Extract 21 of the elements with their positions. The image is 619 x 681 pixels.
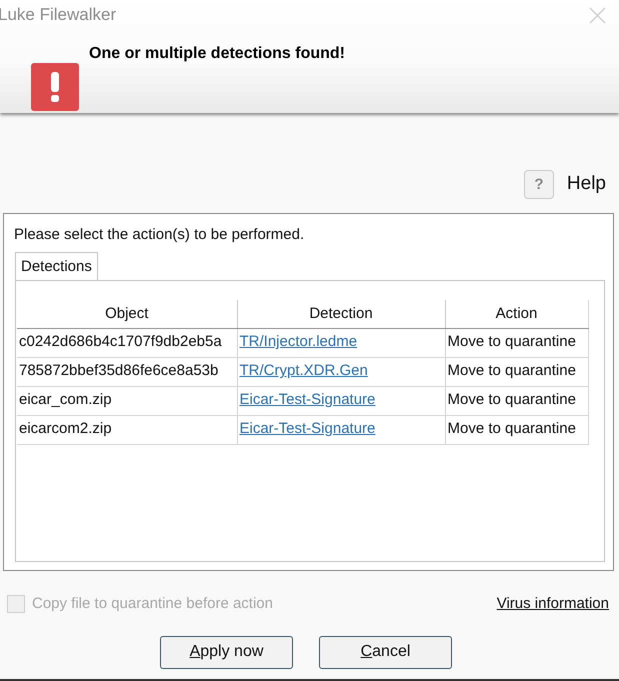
table-cell: Move to quarantine [445,328,588,357]
table-cell: 785872bbef35d86fe6ce8a53b [17,357,237,386]
table-cell: Move to quarantine [445,357,588,386]
dialog-button[interactable]: Apply now [160,636,293,668]
column-header[interactable]: Object [17,300,237,328]
dialog-button[interactable]: Cancel [319,636,452,668]
table-cell: Move to quarantine [445,386,588,415]
table-cell: c0242d686b4c1707f9db2eb5a [17,328,237,357]
virus-information-link[interactable]: Virus information [496,593,609,616]
alert-icon [31,63,79,111]
table-cell: eicarcom2.zip [17,415,237,444]
tab[interactable]: Detections [15,252,98,280]
checkbox-label: Copy file to quarantine before action [32,594,273,614]
detections-message: One or multiple detections found! [89,44,345,64]
table-cell: eicar_com.zip [17,386,237,415]
column-header[interactable]: Action [445,300,588,328]
help-label[interactable]: Help [566,170,606,199]
close-icon[interactable] [589,6,606,24]
column-header[interactable]: Detection [237,300,445,328]
instruction-text: Please select the action(s) to be performed. [14,225,306,244]
table-cell: Move to quarantine [445,415,588,444]
